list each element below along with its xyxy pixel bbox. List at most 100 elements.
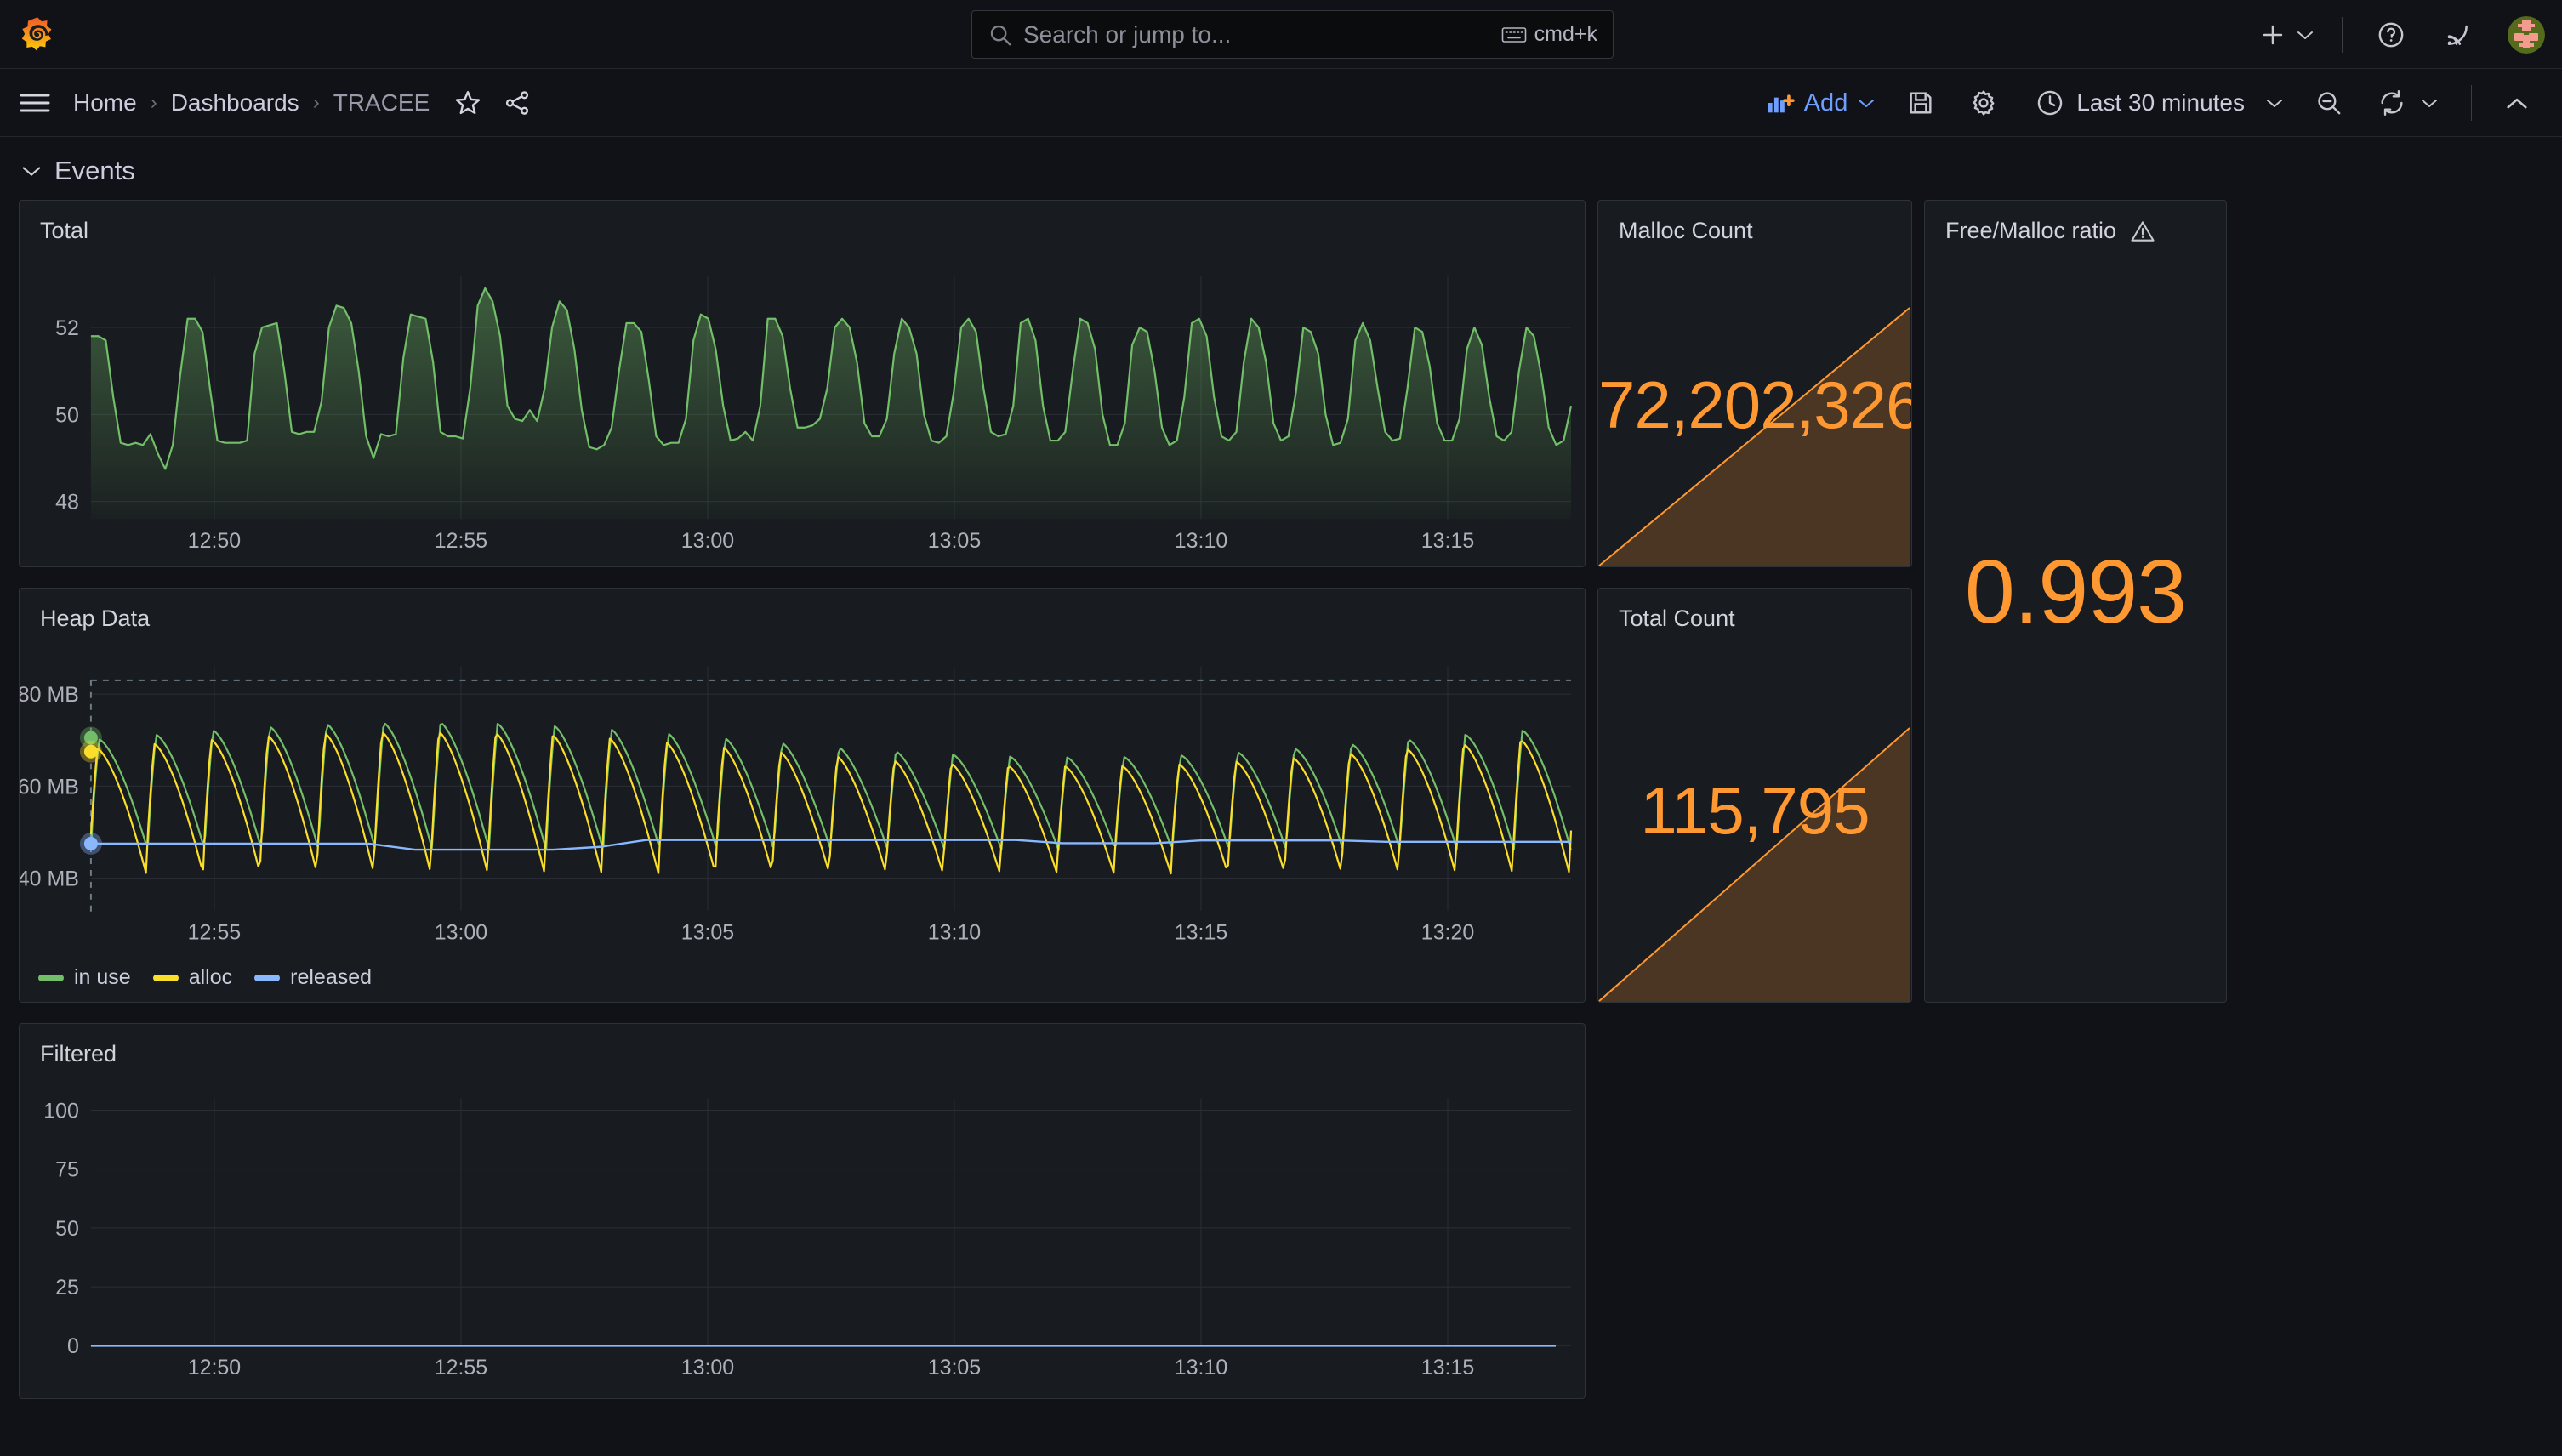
svg-text:13:15: 13:15 (1421, 529, 1474, 553)
svg-text:0: 0 (67, 1334, 79, 1358)
grafana-logo-icon[interactable] (19, 15, 56, 53)
svg-text:25: 25 (55, 1276, 79, 1300)
save-icon (1910, 92, 1932, 114)
plus-icon (2263, 25, 2283, 44)
help-circle-icon (2378, 22, 2404, 47)
svg-text:13:00: 13:00 (435, 920, 487, 944)
total-chart[interactable]: 48 50 52 12:50 12:55 13:00 13:05 13:10 13:15 (20, 201, 1585, 566)
search-shortcut-label: cmd+k (1534, 22, 1597, 46)
svg-text:50: 50 (55, 403, 79, 427)
panel-filtered: Filtered 0 25 50 75 100 12:50 12:55 13:00 13:05 1… (19, 1023, 1586, 1399)
svg-text:40 MB: 40 MB (20, 867, 79, 891)
warning-triangle-icon[interactable] (2130, 219, 2155, 244)
avatar[interactable] (2508, 15, 2545, 54)
add-panel-icon (1768, 94, 1795, 113)
panel-total: Total 48 50 52 12:50 12:55 13:00 13:05 13:10 13:… (19, 200, 1586, 567)
svg-text:13:05: 13:05 (681, 920, 734, 944)
svg-text:12:55: 12:55 (435, 1356, 487, 1379)
chevron-down-icon (2422, 100, 2437, 107)
svg-text:13:10: 13:10 (1175, 529, 1227, 553)
breadcrumb-separator: › (312, 90, 320, 114)
panel-total-count: Total Count 115,795 (1597, 588, 1912, 1003)
free-malloc-ratio-value: 0.993 (1964, 542, 2187, 642)
chevron-down-icon (1859, 100, 1875, 107)
star-icon[interactable] (453, 88, 482, 117)
free-malloc-ratio-title-text: Free/Malloc ratio (1945, 218, 2117, 243)
dashboard-settings-button[interactable] (1952, 88, 2015, 117)
svg-text:13:15: 13:15 (1175, 920, 1227, 944)
collapse-toolbar-button[interactable] (2487, 95, 2547, 111)
hamburger-menu-icon[interactable] (19, 90, 51, 116)
svg-text:13:00: 13:00 (681, 529, 734, 553)
save-dashboard-button[interactable] (1889, 88, 1952, 117)
news-button[interactable] (2424, 20, 2491, 49)
row-header-events[interactable]: Events (0, 137, 2562, 200)
svg-text:12:50: 12:50 (188, 1356, 241, 1379)
svg-text:52: 52 (55, 316, 79, 340)
divider (2342, 16, 2343, 53)
svg-text:13:00: 13:00 (681, 1356, 734, 1379)
add-panel-label: Add (1803, 88, 1848, 117)
legend-swatch-released (254, 974, 281, 981)
clock-icon (2038, 90, 2063, 116)
svg-text:12:55: 12:55 (188, 920, 241, 944)
new-button[interactable] (2246, 20, 2326, 49)
breadcrumb-bar: Home › Dashboards › TRACEE Add Last 30 m… (0, 69, 2562, 137)
chevron-down-icon (22, 167, 41, 176)
breadcrumb-item-tracee[interactable]: TRACEE (333, 89, 430, 117)
panel-heap-data: Heap Data 40 MB 60 MB 80 MB 12:55 13:00 13:05… (19, 588, 1586, 1003)
legend-label-released: released (290, 965, 373, 989)
panel-free-malloc-ratio: Free/Malloc ratio 0.993 (1924, 200, 2227, 1003)
svg-text:12:55: 12:55 (435, 529, 487, 553)
search-placeholder: Search or jump to... (1023, 20, 1232, 48)
svg-text:60 MB: 60 MB (20, 775, 79, 799)
chevron-down-icon (2297, 31, 2313, 39)
malloc-count-value: 72,202,326 (1598, 367, 1912, 442)
breadcrumb-separator: › (150, 90, 157, 114)
breadcrumb-item-home[interactable]: Home (73, 89, 137, 117)
dashboard-toolbar: Add Last 30 minutes (1752, 69, 2547, 137)
breadcrumb-item-dashboards[interactable]: Dashboards (171, 89, 299, 117)
svg-text:13:10: 13:10 (1175, 1356, 1227, 1379)
chevron-down-icon (2267, 100, 2282, 107)
svg-text:100: 100 (43, 1099, 79, 1123)
top-bar-actions (2246, 0, 2545, 69)
svg-text:13:10: 13:10 (928, 920, 981, 944)
gear-icon (1973, 90, 1995, 116)
total-count-value: 115,795 (1640, 773, 1870, 848)
heap-data-legend: in use alloc released (38, 965, 372, 990)
divider (2471, 85, 2472, 121)
svg-text:50: 50 (55, 1217, 79, 1241)
heap-data-chart[interactable]: 40 MB 60 MB 80 MB 12:55 13:00 13:05 13:10 13:15… (20, 589, 1585, 1002)
panel-title-free-malloc-ratio: Free/Malloc ratio (1925, 201, 2226, 244)
zoom-out-time-button[interactable] (2297, 88, 2360, 117)
filtered-chart[interactable]: 0 25 50 75 100 12:50 12:55 13:00 13:05 13:10 13:15 (20, 1024, 1585, 1398)
zoom-out-icon (2318, 92, 2341, 115)
svg-text:75: 75 (55, 1158, 79, 1182)
share-icon[interactable] (503, 88, 532, 117)
time-range-picker[interactable]: Last 30 minutes (2022, 88, 2297, 117)
breadcrumb: Home › Dashboards › TRACEE (73, 88, 532, 117)
legend-swatch-in-use (38, 974, 64, 981)
chevron-up-icon (2507, 98, 2527, 109)
keyboard-icon (1501, 26, 1526, 43)
legend-label-alloc: alloc (188, 965, 233, 989)
legend-label-in-use: in use (74, 965, 131, 989)
svg-text:13:20: 13:20 (1421, 920, 1474, 944)
refresh-dashboard-button[interactable] (2360, 88, 2413, 117)
refresh-interval-button[interactable] (2413, 97, 2456, 109)
panel-malloc-count: Malloc Count 72,202,326 (1597, 200, 1912, 567)
legend-swatch-alloc (152, 974, 179, 981)
legend-item-released[interactable]: released (254, 965, 372, 990)
legend-item-in-use[interactable]: in use (38, 965, 131, 990)
legend-item-alloc[interactable]: alloc (152, 965, 233, 990)
rss-icon (2447, 25, 2468, 45)
svg-text:13:05: 13:05 (928, 1356, 981, 1379)
top-navigation-bar: Search or jump to... cmd+k (0, 0, 2562, 69)
time-range-label: Last 30 minutes (2076, 89, 2245, 116)
search-input[interactable]: Search or jump to... cmd+k (971, 10, 1614, 59)
help-button[interactable] (2358, 20, 2424, 49)
add-panel-button[interactable]: Add (1752, 88, 1890, 117)
svg-text:12:50: 12:50 (188, 529, 241, 553)
svg-text:80 MB: 80 MB (20, 683, 79, 707)
